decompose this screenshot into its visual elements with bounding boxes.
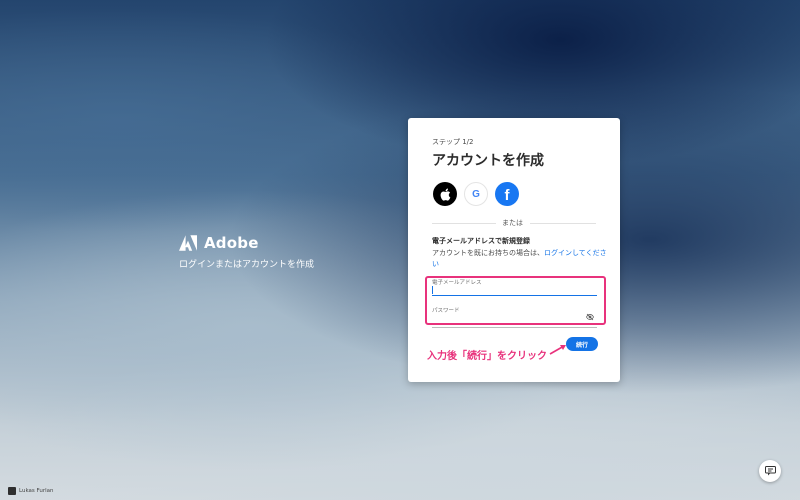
google-signin-button[interactable]: G (464, 182, 488, 206)
adobe-logo-icon (179, 235, 197, 251)
apple-icon (440, 188, 451, 201)
divider-text: または (502, 219, 523, 227)
step-indicator: ステップ 1/2 (432, 138, 474, 146)
photo-credit: Lukas Furlan (8, 487, 54, 495)
brand-tagline: ログインまたはアカウントを作成 (179, 260, 315, 270)
chat-icon (764, 466, 776, 476)
password-field[interactable] (432, 327, 597, 328)
brand-block: Adobe ログインまたはアカウントを作成 (179, 234, 314, 270)
signin-prompt: アカウントを既にお持ちの場合は、ログインしてください (432, 248, 607, 270)
credit-text: Lukas Furlan (19, 488, 54, 494)
fields-highlight-box (425, 276, 606, 325)
facebook-signin-button[interactable]: f (495, 182, 519, 206)
facebook-icon: f (504, 187, 510, 204)
annotation-text: 入力後「続行」をクリック (427, 351, 547, 362)
brand-row: Adobe (179, 234, 314, 252)
chat-button[interactable] (759, 460, 781, 482)
divider-line-right (530, 223, 596, 224)
signin-prompt-text: アカウントを既にお持ちの場合は、 (432, 249, 544, 257)
credit-badge-icon (8, 487, 16, 495)
page-title: アカウントを作成 (432, 153, 544, 169)
annotation-arrow-icon (549, 345, 566, 355)
email-signup-heading: 電子メールアドレスで新規登録 (432, 237, 530, 245)
divider-line-left (432, 223, 496, 224)
brand-name: Adobe (204, 234, 259, 252)
google-icon: G (472, 188, 480, 200)
apple-signin-button[interactable] (433, 182, 457, 206)
continue-button[interactable]: 続行 (566, 337, 598, 351)
